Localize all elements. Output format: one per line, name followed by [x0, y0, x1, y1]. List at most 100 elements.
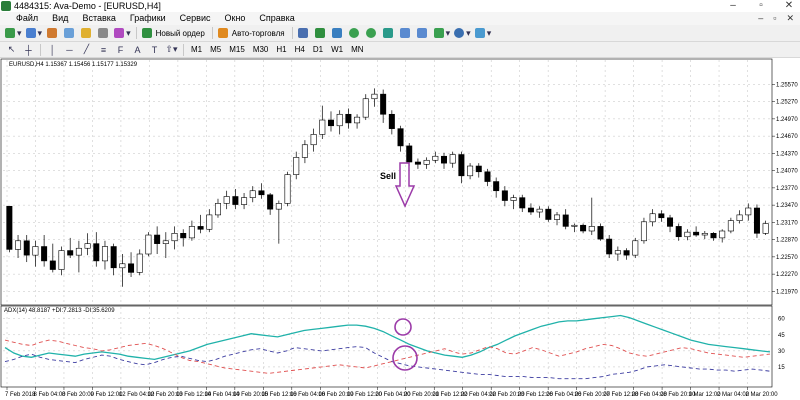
candle-body	[667, 217, 674, 227]
indicators-button[interactable]: ▾	[433, 27, 450, 40]
child-restore-button[interactable]: ▫	[773, 12, 776, 25]
candle-body	[214, 203, 221, 216]
candle-body	[6, 205, 13, 250]
timeframe-h1[interactable]: H1	[274, 43, 288, 56]
candle	[145, 232, 152, 257]
minimize-button[interactable]: –	[726, 0, 740, 12]
app-icon	[1, 1, 11, 11]
candle-body	[110, 246, 117, 269]
timeframe-m30[interactable]: M30	[251, 43, 271, 56]
crosshair-tool[interactable]: ┼	[22, 43, 35, 56]
clock-icon	[454, 28, 465, 38]
bar-chart-icon	[298, 28, 309, 38]
periods-button[interactable]: ▾	[454, 27, 471, 40]
close-button[interactable]: ✕	[782, 0, 796, 12]
timeframe-m5[interactable]: M5	[208, 43, 223, 56]
auto-scroll-button[interactable]	[400, 27, 413, 40]
price-axis-label: 1.24970	[776, 117, 798, 123]
horizontal-line-tool[interactable]: ─	[63, 43, 76, 56]
candle-body	[49, 260, 56, 270]
timeframe-d1[interactable]: D1	[311, 43, 325, 56]
menu-view[interactable]: Вид	[45, 12, 75, 25]
timeframe-m15[interactable]: M15	[227, 43, 247, 56]
candle-body	[249, 190, 256, 198]
menu-help[interactable]: Справка	[252, 12, 301, 25]
chart-window[interactable]: 1.25570 1.24970 1.24370 1.23770 1.23170 1.225…	[0, 58, 800, 400]
terminal-button[interactable]	[97, 27, 110, 40]
chart-canvas[interactable]: 1.25570 1.24970 1.24370 1.23770 1.23170 1.225…	[0, 58, 800, 400]
profiles-button[interactable]: ▾	[25, 27, 42, 40]
candle-body	[380, 93, 387, 115]
vertical-line-tool[interactable]: │	[46, 43, 59, 56]
menu-charts[interactable]: Графики	[123, 12, 173, 25]
candle-body	[119, 263, 126, 269]
menu-file[interactable]: Файл	[0, 12, 45, 25]
cursor-tool[interactable]: ↖	[5, 43, 18, 56]
candle-body	[510, 197, 517, 201]
candle-body	[597, 226, 604, 240]
tile-windows-button[interactable]	[383, 27, 396, 40]
child-minimize-button[interactable]: –	[758, 12, 763, 25]
candle-body	[267, 194, 274, 210]
candle-body	[484, 171, 491, 182]
candle	[640, 217, 647, 244]
menu-insert[interactable]: Вставка	[75, 12, 122, 25]
auto-scroll-icon	[400, 28, 411, 38]
candlesticks-button[interactable]	[315, 27, 328, 40]
strategy-tester-button[interactable]: ▾	[114, 27, 131, 40]
trendline-icon: ╱	[83, 44, 90, 54]
candle-body	[467, 165, 474, 177]
candle-body	[397, 128, 404, 147]
candle-body	[145, 234, 152, 255]
menu-window[interactable]: Окно	[218, 12, 253, 25]
autotrading-button[interactable]: Авто-торговля	[217, 27, 287, 40]
text-icon: A	[134, 44, 141, 55]
indicator-axis-label: 15	[778, 365, 785, 371]
candle-body	[93, 243, 100, 262]
candle-body	[762, 223, 769, 234]
zoom-in-button[interactable]	[349, 27, 362, 40]
new-order-button[interactable]: Новый ордер	[141, 27, 207, 40]
zoom-out-button[interactable]	[366, 27, 379, 40]
new-order-label: Новый ордер	[155, 28, 205, 38]
chart-shift-button[interactable]	[417, 27, 430, 40]
text-tool[interactable]: A	[131, 43, 144, 56]
timeframe-w1[interactable]: W1	[329, 43, 345, 56]
data-window-button[interactable]	[63, 27, 76, 40]
toolbar-separator	[135, 27, 137, 39]
candle-body	[580, 224, 587, 232]
candle-body	[310, 134, 317, 146]
candle-body	[58, 250, 65, 270]
candle-body	[180, 233, 187, 239]
menu-tools[interactable]: Сервис	[173, 12, 218, 25]
maximize-button[interactable]: ▫	[754, 0, 768, 12]
fibonacci-tool[interactable]: F	[114, 43, 127, 56]
arrows-tool[interactable]: ⇧▾	[165, 43, 178, 56]
timeframe-mn[interactable]: MN	[349, 43, 365, 56]
price-axis-label: 1.24370	[776, 151, 798, 157]
navigator-button[interactable]	[80, 27, 93, 40]
line-chart-button[interactable]	[332, 27, 345, 40]
candle-body	[432, 155, 439, 161]
candle-body	[258, 190, 265, 196]
timeframe-m1[interactable]: M1	[189, 43, 204, 56]
indicator-axis-label: 45	[778, 333, 785, 339]
data-window-icon	[63, 28, 74, 38]
candle-body	[684, 231, 691, 238]
new-chart-button[interactable]: ▾	[5, 27, 22, 40]
templates-button[interactable]: ▾	[474, 27, 491, 40]
equidistant-channel-tool[interactable]: ≡	[97, 43, 110, 56]
candle-body	[449, 154, 456, 164]
timeframe-h4[interactable]: H4	[293, 43, 307, 56]
candle-body	[727, 220, 734, 232]
price-axis-label: 1.22570	[776, 255, 798, 261]
new-chart-icon	[5, 28, 15, 38]
candle-body	[658, 213, 665, 219]
candle-body	[423, 159, 430, 165]
trendline-tool[interactable]: ╱	[80, 43, 93, 56]
candle-body	[519, 197, 526, 209]
market-watch-button[interactable]	[46, 27, 59, 40]
child-close-button[interactable]: ✕	[786, 12, 794, 25]
bar-chart-button[interactable]	[298, 27, 311, 40]
label-tool[interactable]: T	[148, 43, 161, 56]
